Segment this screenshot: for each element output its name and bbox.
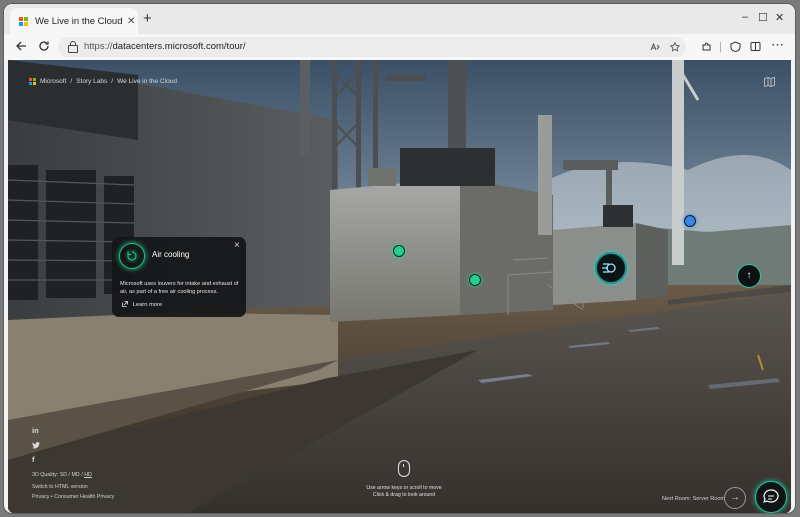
learn-more-label: Learn more xyxy=(132,302,163,308)
url-text[interactable]: https://datacenters.microsoft.com/tour/ xyxy=(84,41,246,52)
more-options-icon[interactable]: ⋯ xyxy=(771,37,784,53)
browser-essentials-icon[interactable] xyxy=(730,41,741,52)
quality-separator: / xyxy=(81,472,83,478)
url-protocol: https:// xyxy=(84,41,113,52)
next-room-label[interactable]: Next Room: Server Room xyxy=(662,496,725,502)
browser-window: We Live in the Cloud | M ✕ + – ☐ ✕ https… xyxy=(4,4,795,513)
chat-button[interactable] xyxy=(755,481,787,513)
learn-more-link[interactable]: Learn more xyxy=(122,301,162,308)
lock-icon xyxy=(68,41,78,53)
split-screen-icon[interactable] xyxy=(750,41,761,52)
breadcrumb: Microsoft / Story Labs / We Live in the … xyxy=(29,78,177,85)
navigation-hint-line1: Use arrow keys or scroll to move xyxy=(366,485,442,491)
next-room-button[interactable]: → xyxy=(724,487,746,509)
footer-bullet: • xyxy=(50,494,53,500)
browser-tab[interactable]: We Live in the Cloud | M ✕ xyxy=(10,8,138,34)
tab-close-icon[interactable]: ✕ xyxy=(127,16,135,27)
popup-description: Microsoft uses louvers for intake and ex… xyxy=(120,281,239,295)
air-cooling-icon-ring xyxy=(119,243,145,269)
linkedin-icon[interactable]: in xyxy=(32,426,39,435)
fan-icon xyxy=(602,263,616,273)
consumer-health-privacy-link[interactable]: Consumer Health Privacy xyxy=(54,494,114,500)
quality-label: 3D Quality: xyxy=(32,472,59,478)
hotspot-blue[interactable] xyxy=(684,215,696,227)
quality-sd-option[interactable]: SD xyxy=(60,472,67,478)
toolbar-divider: | xyxy=(719,41,722,53)
close-window-button[interactable]: ✕ xyxy=(775,11,784,24)
air-cooling-popup: Air cooling × Microsoft uses louvers for… xyxy=(112,237,246,317)
extensions-icon[interactable] xyxy=(701,41,712,52)
quality-md-option[interactable]: MD xyxy=(72,472,80,478)
navigation-hint-line2: Click & drag to look around xyxy=(372,492,436,498)
quality-separator: / xyxy=(68,472,71,478)
tab-bar: We Live in the Cloud | M ✕ + – ☐ ✕ xyxy=(4,4,795,34)
chat-icon xyxy=(763,489,779,503)
popup-title: Air cooling xyxy=(152,250,190,259)
external-link-icon xyxy=(122,301,128,307)
maximize-button[interactable]: ☐ xyxy=(758,11,768,24)
breadcrumb-current[interactable]: We Live in the Cloud xyxy=(117,78,177,85)
map-icon[interactable] xyxy=(764,77,775,87)
address-bar-row: https://datacenters.microsoft.com/tour/ … xyxy=(4,34,795,60)
breadcrumb-brand[interactable]: Microsoft xyxy=(40,78,66,85)
url-host-path: datacenters.microsoft.com/tour/ xyxy=(112,41,246,52)
navigation-hint: Use arrow keys or scroll to move Click &… xyxy=(364,485,444,499)
back-arrow-icon[interactable] xyxy=(15,40,27,52)
twitter-icon[interactable] xyxy=(32,442,40,449)
hotspot-green[interactable] xyxy=(469,274,481,286)
privacy-link[interactable]: Privacy xyxy=(32,494,49,500)
minimize-button[interactable]: – xyxy=(742,11,748,23)
breadcrumb-story-labs[interactable]: Story Labs xyxy=(76,78,107,85)
hotspot-green[interactable] xyxy=(393,245,405,257)
new-tab-button[interactable]: + xyxy=(143,11,152,26)
read-aloud-icon[interactable] xyxy=(650,42,660,52)
refresh-icon[interactable] xyxy=(38,40,50,52)
tour-viewport[interactable]: Microsoft / Story Labs / We Live in the … xyxy=(8,60,791,513)
quality-hd-option[interactable]: HD xyxy=(84,472,92,478)
microsoft-favicon-icon xyxy=(19,16,28,26)
facebook-icon[interactable]: f xyxy=(32,455,35,464)
quality-selector: 3D Quality: SD / MD / HD xyxy=(32,472,92,478)
microsoft-logo-icon xyxy=(29,78,36,85)
breadcrumb-separator: / xyxy=(111,78,114,85)
popup-close-icon[interactable]: × xyxy=(234,240,240,251)
recycle-icon xyxy=(125,249,139,263)
mouse-icon xyxy=(398,460,410,477)
footer-legal-links: Privacy • Consumer Health Privacy xyxy=(32,494,114,500)
fan-hotspot-button[interactable] xyxy=(595,252,627,284)
tab-title: We Live in the Cloud | M xyxy=(35,15,123,27)
url-field[interactable]: https://datacenters.microsoft.com/tour/ xyxy=(58,37,686,57)
breadcrumb-separator: / xyxy=(70,78,73,85)
scroll-up-button[interactable]: ↑ xyxy=(737,264,761,288)
html-version-link[interactable]: Switch to HTML version xyxy=(32,484,88,490)
favorite-star-icon[interactable] xyxy=(670,42,680,52)
